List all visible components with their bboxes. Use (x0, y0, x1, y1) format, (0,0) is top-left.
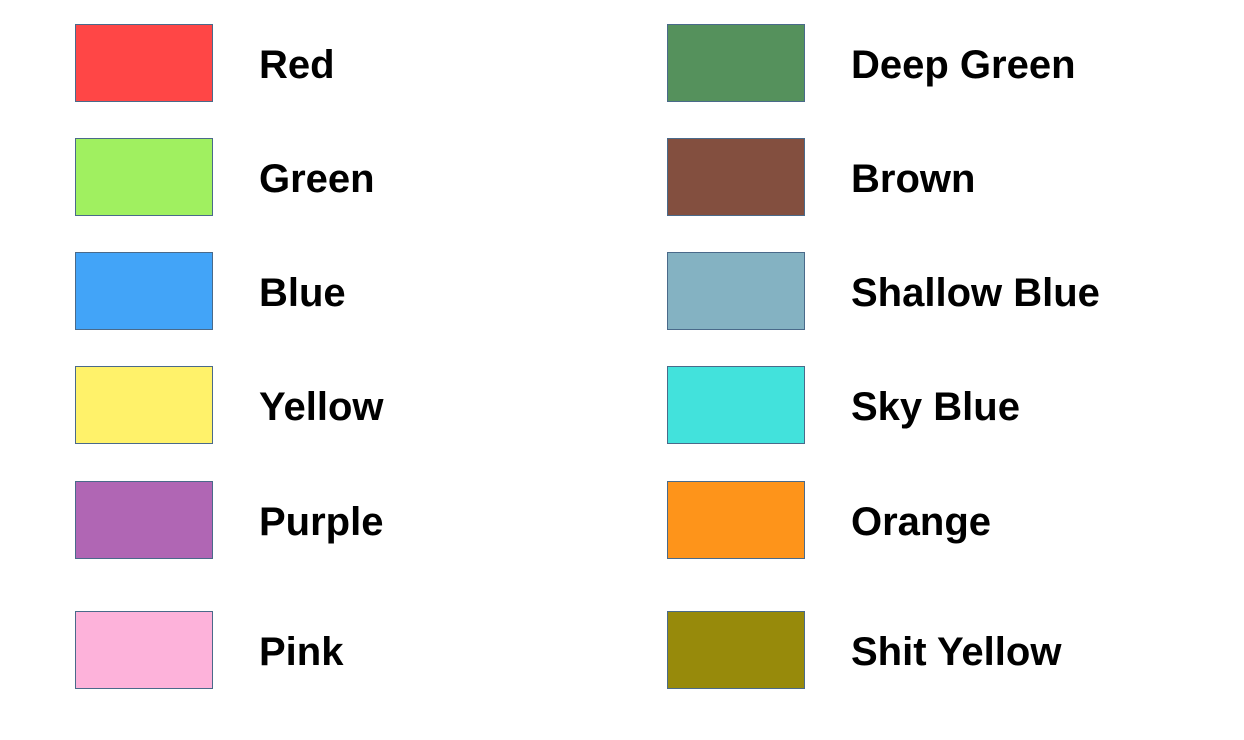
legend-column-right: Deep Green Brown Shallow Blue Sky Blue O… (667, 0, 1227, 740)
legend-label-yellow: Yellow (259, 385, 384, 429)
legend-item-deep-green: Deep Green (667, 24, 1227, 102)
legend-item-blue: Blue (75, 252, 635, 330)
color-swatch-shit-yellow (667, 611, 805, 689)
legend-label-pink: Pink (259, 630, 344, 674)
color-swatch-purple (75, 481, 213, 559)
color-swatch-red (75, 24, 213, 102)
color-swatch-sky-blue (667, 366, 805, 444)
legend-label-orange: Orange (851, 500, 992, 544)
color-swatch-green (75, 138, 213, 216)
legend-item-red: Red (75, 24, 635, 102)
color-swatch-deep-green (667, 24, 805, 102)
color-swatch-brown (667, 138, 805, 216)
color-legend: Red Green Blue Yellow Purple Pink Deep G… (0, 0, 1244, 740)
legend-item-purple: Purple (75, 481, 635, 559)
legend-label-purple: Purple (259, 500, 384, 544)
legend-label-red: Red (259, 43, 335, 87)
legend-label-deep-green: Deep Green (851, 43, 1076, 87)
legend-item-orange: Orange (667, 481, 1227, 559)
color-swatch-blue (75, 252, 213, 330)
legend-item-sky-blue: Sky Blue (667, 366, 1227, 444)
legend-label-blue: Blue (259, 271, 346, 315)
legend-label-green: Green (259, 157, 375, 201)
legend-item-brown: Brown (667, 138, 1227, 216)
color-swatch-yellow (75, 366, 213, 444)
color-swatch-pink (75, 611, 213, 689)
legend-column-left: Red Green Blue Yellow Purple Pink (75, 0, 635, 740)
legend-label-shallow-blue: Shallow Blue (851, 271, 1100, 315)
legend-label-sky-blue: Sky Blue (851, 385, 1020, 429)
legend-label-shit-yellow: Shit Yellow (851, 630, 1062, 674)
color-swatch-shallow-blue (667, 252, 805, 330)
legend-item-pink: Pink (75, 611, 635, 689)
color-swatch-orange (667, 481, 805, 559)
legend-item-yellow: Yellow (75, 366, 635, 444)
legend-item-shallow-blue: Shallow Blue (667, 252, 1227, 330)
legend-item-shit-yellow: Shit Yellow (667, 611, 1227, 689)
legend-item-green: Green (75, 138, 635, 216)
legend-label-brown: Brown (851, 157, 976, 201)
